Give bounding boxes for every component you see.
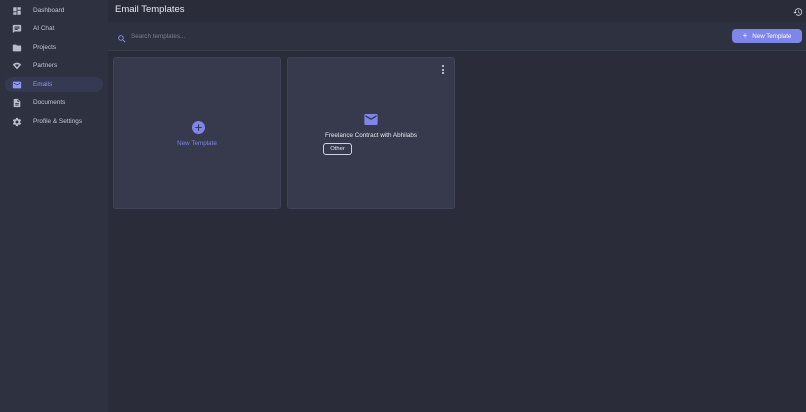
- sidebar-item-partners[interactable]: Partners: [5, 58, 103, 73]
- search-bar: + New Template: [108, 22, 806, 51]
- template-card[interactable]: Freelance Contract with Abhilabs Other: [287, 57, 455, 209]
- mail-icon: [12, 80, 22, 90]
- sidebar-item-label: Projects: [33, 44, 57, 51]
- folder-icon: [12, 43, 22, 53]
- sidebar-item-ai-chat[interactable]: AI Chat: [5, 21, 103, 36]
- sidebar-item-projects[interactable]: Projects: [5, 40, 103, 55]
- main-content: Email Templates + New Template New Templ…: [108, 0, 806, 412]
- chat-icon: [12, 24, 22, 34]
- sidebar-item-emails[interactable]: Emails: [5, 77, 103, 92]
- new-template-card-label: New Template: [177, 140, 217, 147]
- add-circle-icon: [192, 121, 205, 134]
- sidebar-item-profile-settings[interactable]: Profile & Settings: [5, 114, 103, 129]
- plus-icon: +: [742, 31, 748, 40]
- sidebar-item-label: Partners: [33, 62, 58, 69]
- sidebar-item-label: Profile & Settings: [33, 118, 83, 125]
- gear-icon: [12, 117, 22, 127]
- mail-icon: [288, 114, 454, 126]
- new-template-button[interactable]: + New Template: [732, 29, 802, 43]
- dashboard-icon: [12, 6, 22, 16]
- document-icon: [12, 98, 22, 108]
- search-input[interactable]: [131, 30, 431, 42]
- category-badge: Other: [323, 143, 352, 155]
- history-icon[interactable]: [793, 4, 803, 16]
- sidebar-item-label: AI Chat: [33, 25, 55, 32]
- new-template-button-label: New Template: [752, 32, 792, 40]
- sidebar: Dashboard AI Chat Projects Partners Emai…: [0, 0, 108, 412]
- more-options-icon[interactable]: [441, 65, 445, 74]
- template-name: Freelance Contract with Abhilabs: [324, 132, 418, 139]
- sidebar-item-label: Dashboard: [33, 7, 65, 14]
- handshake-icon: [12, 61, 22, 71]
- search-icon: [117, 31, 127, 43]
- sidebar-item-label: Emails: [33, 81, 53, 88]
- page-title: Email Templates: [115, 4, 185, 15]
- sidebar-item-dashboard[interactable]: Dashboard: [5, 3, 103, 18]
- new-template-card[interactable]: New Template: [113, 57, 281, 209]
- app-root: Dashboard AI Chat Projects Partners Emai…: [0, 0, 806, 412]
- sidebar-item-documents[interactable]: Documents: [5, 95, 103, 110]
- sidebar-item-label: Documents: [33, 99, 66, 106]
